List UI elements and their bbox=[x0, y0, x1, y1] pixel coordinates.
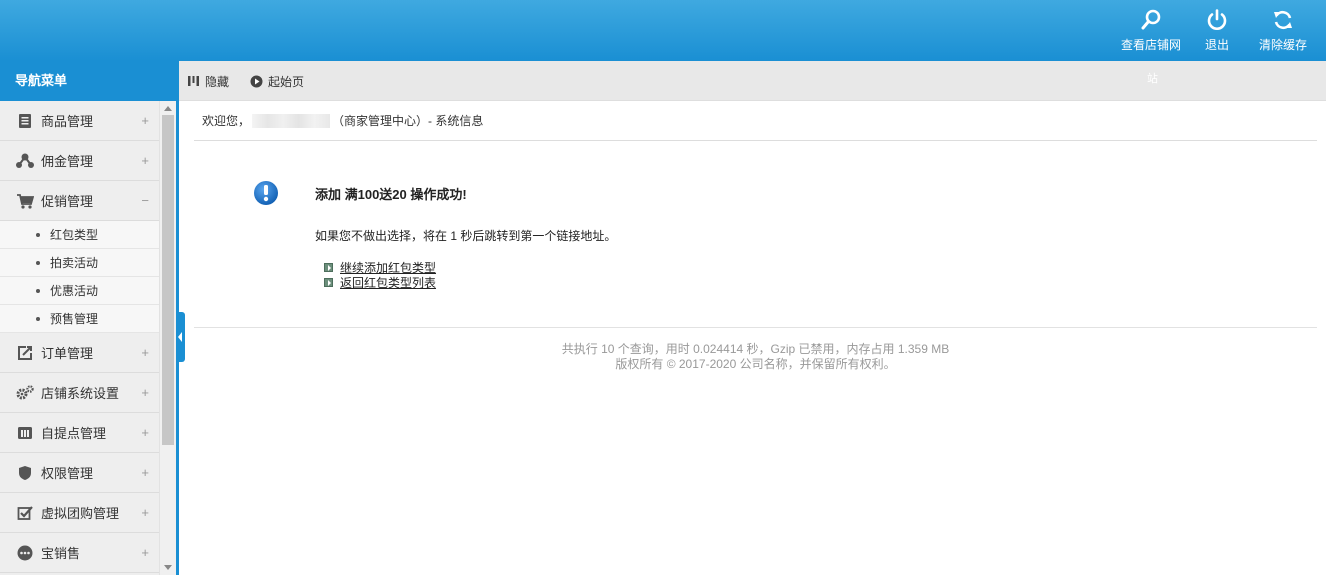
refresh-icon bbox=[1274, 10, 1292, 30]
cart-icon bbox=[16, 192, 34, 210]
scroll-down-icon[interactable] bbox=[164, 565, 172, 570]
search-icon bbox=[1141, 9, 1161, 30]
sidebar-subitem-auctions[interactable]: 拍卖活动 bbox=[0, 249, 159, 277]
scroll-up-icon[interactable] bbox=[164, 106, 172, 111]
pickup-icon bbox=[16, 424, 34, 442]
sidebar-item-virtual-groupbuy[interactable]: 虚拟团购管理 + bbox=[0, 493, 159, 533]
sidebar-item-shop-settings[interactable]: 店铺系统设置 + bbox=[0, 373, 159, 413]
sidebar-item-label: 宝销售 bbox=[41, 546, 81, 561]
power-icon bbox=[1207, 9, 1227, 30]
sidebar-item-label: 佣金管理 bbox=[41, 154, 94, 169]
logout-label: 退出 bbox=[1204, 38, 1229, 52]
view-shop-label: 查看店铺网 bbox=[1120, 38, 1181, 52]
sidebar-item-label: 权限管理 bbox=[41, 466, 94, 481]
site-label: 站 bbox=[1147, 73, 1158, 85]
scroll-thumb[interactable] bbox=[162, 115, 174, 445]
link-item: 继续添加红包类型 bbox=[324, 260, 436, 275]
footer: 共执行 10 个查询，用时 0.024414 秒，Gzip 已禁用，内存占用 1… bbox=[194, 342, 1317, 372]
sidebar-subitem-presale[interactable]: 预售管理 bbox=[0, 305, 159, 333]
bullet-icon bbox=[36, 232, 40, 237]
sidebar-subitem-label: 优惠活动 bbox=[50, 284, 99, 298]
hide-label: 隐藏 bbox=[205, 75, 230, 89]
order-icon bbox=[16, 344, 34, 362]
back-to-list-link[interactable]: 返回红包类型列表 bbox=[340, 274, 436, 291]
sidebar-item-promotions[interactable]: 促销管理 − bbox=[0, 181, 159, 221]
sidebar-subitem-label: 拍卖活动 bbox=[50, 256, 99, 270]
expand-icon: + bbox=[141, 385, 149, 400]
action-links: 继续添加红包类型 返回红包类型列表 bbox=[324, 260, 436, 290]
welcome-text: 欢迎您， bbox=[202, 114, 251, 128]
sidebar-item-products[interactable]: 商品管理 + bbox=[0, 101, 159, 141]
sidebar-collapse-handle[interactable] bbox=[176, 312, 185, 362]
start-page-button[interactable]: 起始页 bbox=[250, 73, 304, 90]
view-shop-button[interactable]: 查看店铺网 bbox=[1118, 8, 1184, 53]
promotions-submenu: 红包类型 拍卖活动 优惠活动 预售管理 bbox=[0, 221, 159, 333]
sidebar-item-commission[interactable]: 佣金管理 + bbox=[0, 141, 159, 181]
gears-icon bbox=[16, 384, 34, 402]
bullet-icon bbox=[36, 316, 40, 321]
columns-icon bbox=[188, 75, 199, 86]
sidebar-item-orders[interactable]: 订单管理 + bbox=[0, 333, 159, 373]
logout-button[interactable]: 退出 bbox=[1184, 8, 1250, 53]
sidebar-item-permissions[interactable]: 权限管理 + bbox=[0, 453, 159, 493]
bullet-icon bbox=[36, 288, 40, 293]
product-icon bbox=[16, 112, 34, 130]
breadcrumb-context: （商家管理中心）- 系统信息 bbox=[332, 114, 484, 128]
more-icon bbox=[16, 544, 34, 562]
top-bar: 查看店铺网 退出 清除缓存 bbox=[0, 0, 1326, 61]
sidebar-item-sales[interactable]: 宝销售 + bbox=[0, 533, 159, 573]
sidebar-subitem-label: 预售管理 bbox=[50, 312, 99, 326]
collapse-icon: − bbox=[141, 193, 149, 208]
clear-cache-button[interactable]: 清除缓存 bbox=[1250, 8, 1316, 53]
message-title: 添加 满100送20 操作成功! bbox=[315, 187, 467, 202]
expand-icon: + bbox=[141, 345, 149, 360]
shield-icon bbox=[16, 464, 34, 482]
hide-sidebar-button[interactable]: 隐藏 bbox=[188, 73, 229, 90]
sidebar-item-label: 自提点管理 bbox=[41, 426, 107, 441]
footer-copyright: 版权所有 © 2017-2020 公司名称，并保留所有权利。 bbox=[615, 357, 896, 371]
start-page-label: 起始页 bbox=[268, 75, 305, 89]
sidebar-subitem-label: 红包类型 bbox=[50, 228, 99, 242]
sidebar-item-label: 订单管理 bbox=[41, 346, 94, 361]
sidebar-item-label: 虚拟团购管理 bbox=[41, 506, 120, 521]
toolbar: 隐藏 起始页 站 bbox=[179, 61, 1326, 101]
expand-icon: + bbox=[141, 153, 149, 168]
sidebar-item-pickup-points[interactable]: 自提点管理 + bbox=[0, 413, 159, 453]
sidebar-item-label: 商品管理 bbox=[41, 114, 94, 129]
info-icon bbox=[254, 181, 278, 205]
expand-icon: + bbox=[141, 505, 149, 520]
arrow-bullet-icon bbox=[324, 278, 333, 287]
link-item: 返回红包类型列表 bbox=[324, 275, 436, 290]
sidebar-scrollbar[interactable] bbox=[159, 101, 176, 575]
expand-icon: + bbox=[141, 425, 149, 440]
footer-stats: 共执行 10 个查询，用时 0.024414 秒，Gzip 已禁用，内存占用 1… bbox=[561, 342, 950, 356]
bullet-icon bbox=[36, 260, 40, 265]
nav-menu-header: 导航菜单 bbox=[0, 61, 176, 101]
top-actions: 查看店铺网 退出 清除缓存 bbox=[1118, 8, 1316, 53]
clear-cache-label: 清除缓存 bbox=[1258, 38, 1307, 52]
arrow-bullet-icon bbox=[324, 263, 333, 272]
sidebar-item-label: 促销管理 bbox=[41, 194, 94, 209]
expand-icon: + bbox=[141, 545, 149, 560]
sidebar-item-label: 店铺系统设置 bbox=[41, 386, 120, 401]
redacted-username bbox=[252, 113, 331, 128]
play-circle-icon bbox=[250, 75, 263, 88]
breadcrumb: 欢迎您， （商家管理中心）- 系统信息 bbox=[194, 101, 1317, 141]
sidebar-subitem-discounts[interactable]: 优惠活动 bbox=[0, 277, 159, 305]
sidebar: 商品管理 + 佣金管理 + 促销管理 − 红包类型 拍卖活动 优惠活动 预售管理 bbox=[0, 101, 159, 575]
footer-divider bbox=[194, 327, 1317, 328]
checkbox-icon bbox=[16, 504, 34, 522]
expand-icon: + bbox=[141, 113, 149, 128]
redirect-note: 如果您不做出选择，将在 1 秒后跳转到第一个链接地址。 bbox=[315, 229, 617, 243]
expand-icon: + bbox=[141, 465, 149, 480]
sidebar-subitem-bonus-types[interactable]: 红包类型 bbox=[0, 221, 159, 249]
share-icon bbox=[16, 152, 34, 170]
